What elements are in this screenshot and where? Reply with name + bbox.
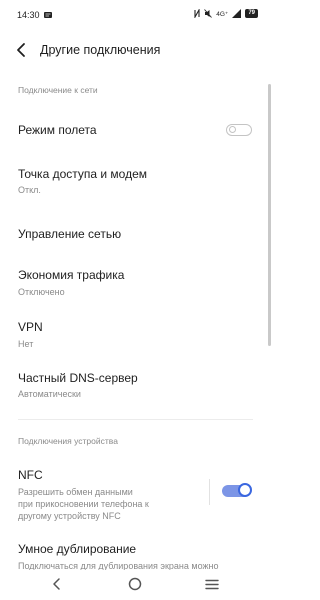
network-type: 4G⁺ xyxy=(216,10,229,18)
status-bar: 14:30 4G⁺ 79 xyxy=(0,0,271,32)
item-title: Экономия трафика xyxy=(18,268,125,282)
nfc-toggle[interactable] xyxy=(222,483,252,497)
item-subtitle-line-3: другому устройству NFC xyxy=(18,511,121,521)
header: Другие подключения xyxy=(0,34,271,66)
item-subtitle-line-1: Разрешить обмен данными xyxy=(18,487,133,497)
item-title: Режим полета xyxy=(18,123,97,137)
mute-icon xyxy=(204,9,213,18)
item-title: Точка доступа и модем xyxy=(18,167,148,181)
status-icons: 4G⁺ 79 xyxy=(194,9,258,18)
item-title: Умное дублирование xyxy=(18,542,137,556)
item-subtitle: Откл. xyxy=(18,185,41,195)
airplane-mode-toggle[interactable] xyxy=(226,124,252,136)
toggle-divider xyxy=(209,479,210,505)
item-title: Частный DNS-сервер xyxy=(18,371,138,385)
toggle-knob xyxy=(229,126,236,134)
item-subtitle-line-2: при прикосновении телефона к xyxy=(18,499,149,509)
item-title: VPN xyxy=(18,320,43,334)
item-subtitle: Нет xyxy=(18,339,34,349)
nfc-icon xyxy=(194,9,200,18)
nav-menu-icon[interactable] xyxy=(204,578,220,591)
item-title: Управление сетью xyxy=(18,227,122,241)
status-time: 14:30 xyxy=(17,10,40,20)
nav-home-icon[interactable] xyxy=(128,577,142,591)
scrollbar[interactable] xyxy=(268,84,271,346)
item-title: NFC xyxy=(18,468,43,482)
signal-icon xyxy=(232,9,242,18)
arrow-left-icon[interactable] xyxy=(14,41,30,59)
navigation-bar xyxy=(0,570,271,600)
item-subtitle: Отключено xyxy=(18,287,65,297)
section-label-device: Подключения устройства xyxy=(18,436,118,446)
nav-back-icon[interactable] xyxy=(50,576,64,592)
message-icon xyxy=(44,12,52,18)
toggle-knob xyxy=(238,483,252,497)
item-subtitle: Автоматически xyxy=(18,389,81,399)
section-label-network: Подключение к сети xyxy=(18,85,98,95)
section-divider xyxy=(18,419,253,420)
battery-icon: 79 xyxy=(245,9,258,18)
page-title: Другие подключения xyxy=(40,43,161,57)
